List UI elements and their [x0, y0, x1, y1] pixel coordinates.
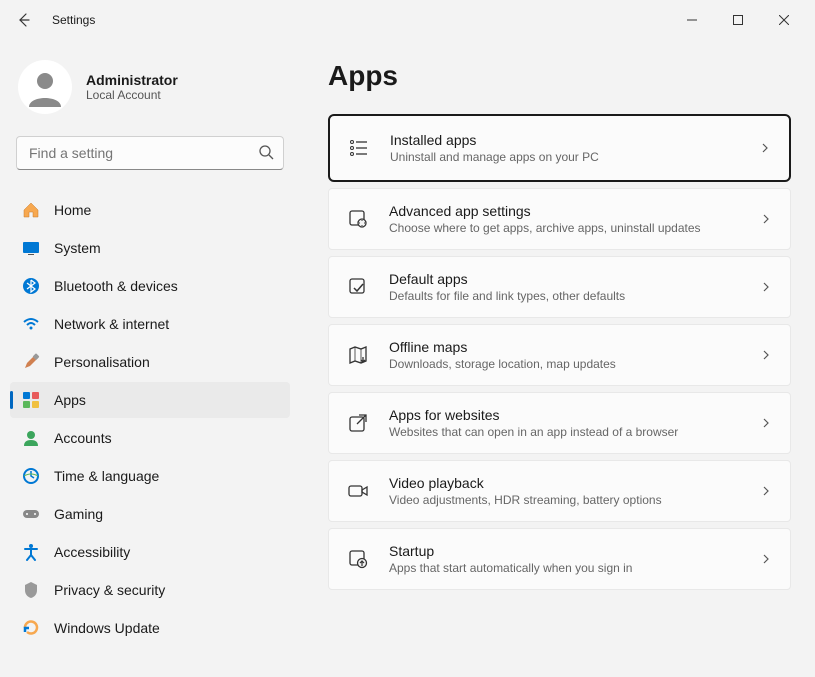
card-title: Startup	[389, 543, 740, 559]
brush-icon	[22, 353, 40, 371]
card-title: Apps for websites	[389, 407, 740, 423]
window-title: Settings	[52, 13, 95, 27]
apps-icon	[22, 391, 40, 409]
chevron-right-icon	[760, 349, 772, 361]
sidebar-item-time[interactable]: Time & language	[10, 458, 290, 494]
profile-sub: Local Account	[86, 88, 178, 102]
sidebar-item-accessibility[interactable]: Accessibility	[10, 534, 290, 570]
close-button[interactable]	[761, 4, 807, 36]
back-arrow-icon	[16, 12, 32, 28]
sidebar-item-label: Accessibility	[54, 544, 130, 560]
avatar	[18, 60, 72, 114]
profile-name: Administrator	[86, 72, 178, 88]
card-default-apps[interactable]: Default apps Defaults for file and link …	[328, 256, 791, 318]
card-title: Installed apps	[390, 132, 739, 148]
settings-cards: Installed apps Uninstall and manage apps…	[328, 114, 791, 590]
open-link-icon	[347, 412, 369, 434]
startup-icon	[347, 548, 369, 570]
default-apps-icon	[347, 276, 369, 298]
update-icon	[22, 619, 40, 637]
sidebar-item-label: Windows Update	[54, 620, 160, 636]
card-advanced-app[interactable]: Advanced app settings Choose where to ge…	[328, 188, 791, 250]
sidebar-item-label: Bluetooth & devices	[54, 278, 178, 294]
card-sub: Choose where to get apps, archive apps, …	[389, 221, 740, 235]
nav: Home System Bluetooth & devices Network …	[10, 192, 290, 646]
chevron-right-icon	[759, 142, 771, 154]
card-sub: Video adjustments, HDR streaming, batter…	[389, 493, 740, 507]
sidebar-item-system[interactable]: System	[10, 230, 290, 266]
chevron-right-icon	[760, 417, 772, 429]
sidebar-item-label: Gaming	[54, 506, 103, 522]
shield-icon	[22, 581, 40, 599]
sidebar-item-update[interactable]: Windows Update	[10, 610, 290, 646]
minimize-button[interactable]	[669, 4, 715, 36]
card-sub: Downloads, storage location, map updates	[389, 357, 740, 371]
sidebar-item-label: Accounts	[54, 430, 112, 446]
installed-apps-icon	[348, 137, 370, 159]
back-button[interactable]	[8, 4, 40, 36]
sidebar-item-label: Network & internet	[54, 316, 169, 332]
sidebar-item-network[interactable]: Network & internet	[10, 306, 290, 342]
card-installed-apps[interactable]: Installed apps Uninstall and manage apps…	[328, 114, 791, 182]
chevron-right-icon	[760, 485, 772, 497]
video-icon	[347, 480, 369, 502]
sidebar-item-label: Personalisation	[54, 354, 150, 370]
map-icon	[347, 344, 369, 366]
close-icon	[779, 15, 789, 25]
accessibility-icon	[22, 543, 40, 561]
home-icon	[22, 201, 40, 219]
sidebar-item-personalisation[interactable]: Personalisation	[10, 344, 290, 380]
card-video-playback[interactable]: Video playback Video adjustments, HDR st…	[328, 460, 791, 522]
sidebar-item-home[interactable]: Home	[10, 192, 290, 228]
sidebar-item-privacy[interactable]: Privacy & security	[10, 572, 290, 608]
person-icon	[22, 429, 40, 447]
card-apps-websites[interactable]: Apps for websites Websites that can open…	[328, 392, 791, 454]
sidebar-item-bluetooth[interactable]: Bluetooth & devices	[10, 268, 290, 304]
chevron-right-icon	[760, 281, 772, 293]
main-panel: Apps Installed apps Uninstall and manage…	[300, 40, 815, 677]
wifi-icon	[22, 315, 40, 333]
card-title: Video playback	[389, 475, 740, 491]
card-sub: Apps that start automatically when you s…	[389, 561, 740, 575]
bluetooth-icon	[22, 277, 40, 295]
minimize-icon	[687, 15, 697, 25]
search-input[interactable]	[16, 136, 284, 170]
card-title: Offline maps	[389, 339, 740, 355]
sidebar-item-accounts[interactable]: Accounts	[10, 420, 290, 456]
sidebar-item-label: Home	[54, 202, 91, 218]
card-sub: Uninstall and manage apps on your PC	[390, 150, 739, 164]
card-title: Advanced app settings	[389, 203, 740, 219]
sidebar-item-apps[interactable]: Apps	[10, 382, 290, 418]
app-settings-icon	[347, 208, 369, 230]
sidebar-item-label: Time & language	[54, 468, 159, 484]
sidebar-item-label: System	[54, 240, 101, 256]
system-icon	[22, 239, 40, 257]
gamepad-icon	[22, 505, 40, 523]
card-title: Default apps	[389, 271, 740, 287]
sidebar-item-label: Apps	[54, 392, 86, 408]
card-offline-maps[interactable]: Offline maps Downloads, storage location…	[328, 324, 791, 386]
profile-block[interactable]: Administrator Local Account	[10, 50, 290, 132]
chevron-right-icon	[760, 553, 772, 565]
sidebar-item-label: Privacy & security	[54, 582, 165, 598]
page-title: Apps	[328, 60, 791, 92]
avatar-icon	[25, 67, 65, 107]
window-controls	[669, 4, 807, 36]
card-sub: Websites that can open in an app instead…	[389, 425, 740, 439]
maximize-button[interactable]	[715, 4, 761, 36]
card-sub: Defaults for file and link types, other …	[389, 289, 740, 303]
sidebar-item-gaming[interactable]: Gaming	[10, 496, 290, 532]
search-icon	[258, 144, 274, 160]
globe-clock-icon	[22, 467, 40, 485]
search-wrap	[16, 136, 284, 170]
sidebar: Administrator Local Account Home System …	[0, 40, 300, 677]
card-startup[interactable]: Startup Apps that start automatically wh…	[328, 528, 791, 590]
chevron-right-icon	[760, 213, 772, 225]
titlebar: Settings	[0, 0, 815, 40]
maximize-icon	[733, 15, 743, 25]
